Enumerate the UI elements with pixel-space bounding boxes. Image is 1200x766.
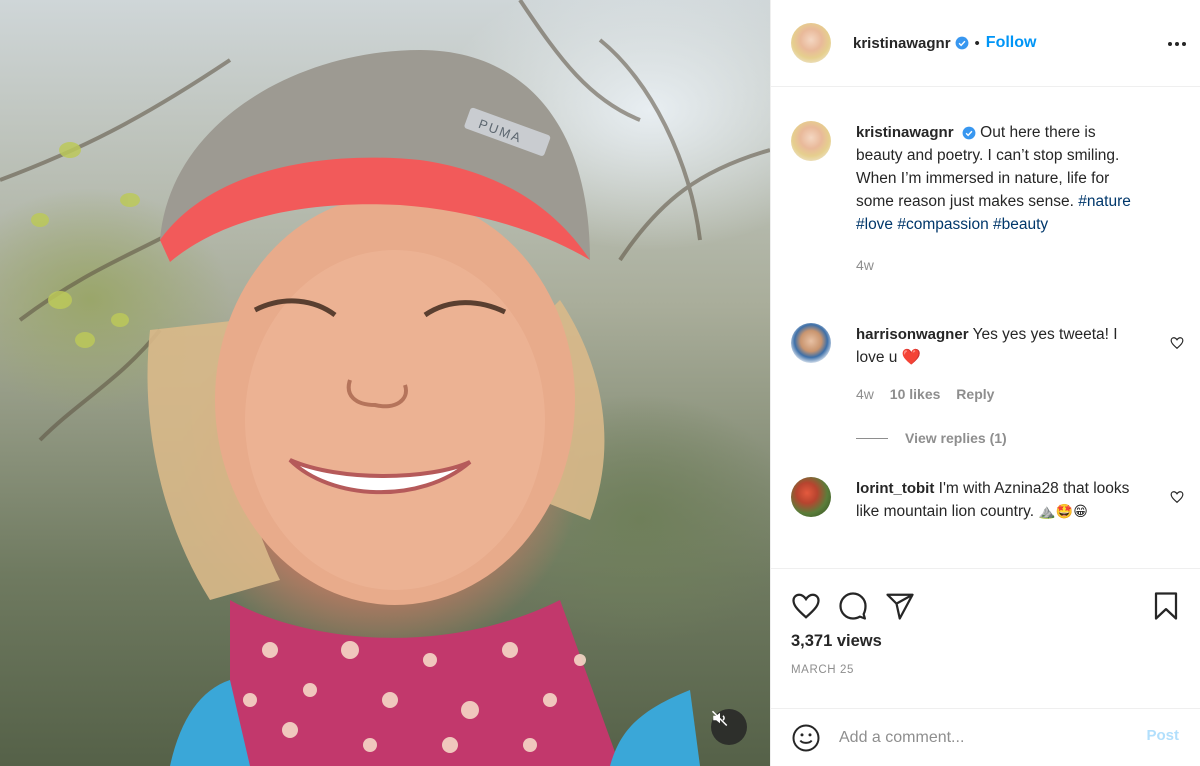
view-replies-line	[856, 437, 888, 439]
comment-item: harrisonwagner Yes yes yes tweeta! I lov…	[791, 323, 1191, 406]
comment-body: lorint_tobit I'm with Aznina28 that look…	[856, 477, 1146, 523]
hashtag-link[interactable]: #beauty	[993, 216, 1048, 233]
comment-meta: 4w 10 likes Reply	[856, 383, 1146, 406]
comment-emoji: ⛰️🤩😁	[1038, 503, 1088, 519]
caption: kristinawagnr Out here there is beauty a…	[791, 121, 1191, 277]
like-comment-heart-icon[interactable]	[1170, 336, 1184, 350]
comment-username[interactable]: lorint_tobit	[856, 480, 934, 497]
mute-toggle-button[interactable]	[711, 709, 747, 745]
comment-bubble-icon[interactable]	[838, 591, 868, 621]
comment-likes[interactable]: 10 likes	[890, 386, 941, 402]
commenter-avatar[interactable]	[791, 477, 831, 517]
verified-badge-icon	[962, 126, 976, 140]
smiley-icon[interactable]	[791, 723, 821, 753]
comment-emoji: ❤️	[901, 349, 921, 366]
commenter-avatar[interactable]	[791, 323, 831, 363]
comment-username[interactable]: harrisonwagner	[856, 326, 969, 343]
post-video[interactable]: PUMA	[0, 0, 770, 766]
author-avatar[interactable]	[791, 23, 831, 63]
author-info: kristinawagnr • Follow	[853, 34, 1036, 52]
bookmark-icon[interactable]	[1151, 591, 1181, 621]
author-username[interactable]: kristinawagnr	[853, 35, 951, 52]
caption-meta: 4w	[856, 254, 1146, 277]
hashtag-link[interactable]: #nature	[1078, 193, 1131, 210]
post-actions: 3,371 views MARCH 25	[771, 568, 1200, 708]
post-sidebar: kristinawagnr • Follow kristinawagnr Out…	[770, 0, 1200, 766]
video-frame-illustration: PUMA	[0, 0, 770, 766]
like-comment-heart-icon[interactable]	[1170, 490, 1184, 504]
caption-body: kristinawagnr Out here there is beauty a…	[856, 121, 1146, 277]
caption-avatar[interactable]	[791, 121, 831, 161]
view-replies-label: View replies (1)	[905, 430, 1007, 446]
comment-reply-button[interactable]: Reply	[956, 386, 994, 402]
follow-button[interactable]: Follow	[986, 34, 1037, 52]
comment-time[interactable]: 4w	[856, 386, 874, 402]
hashtag-link[interactable]: #love	[856, 216, 893, 233]
caption-username[interactable]: kristinawagnr	[856, 124, 954, 141]
post-comment-button[interactable]: Post	[1146, 727, 1179, 744]
caption-time[interactable]: 4w	[856, 257, 874, 273]
comment-item: lorint_tobit I'm with Aznina28 that look…	[791, 477, 1191, 523]
instagram-post: PUMA kristinawagnr • Follow kristinawagn…	[0, 0, 1200, 766]
post-date[interactable]: MARCH 25	[791, 664, 854, 676]
heart-icon[interactable]	[791, 591, 821, 621]
comment-body: harrisonwagner Yes yes yes tweeta! I lov…	[856, 323, 1146, 406]
hashtag-link[interactable]: #compassion	[897, 216, 988, 233]
views-count[interactable]: 3,371 views	[791, 632, 882, 651]
comments-list[interactable]: kristinawagnr Out here there is beauty a…	[771, 86, 1200, 568]
post-header: kristinawagnr • Follow	[771, 0, 1200, 86]
view-replies-button[interactable]: View replies (1)	[856, 430, 1007, 446]
add-comment-bar: Post	[771, 708, 1200, 766]
header-separator: •	[974, 34, 980, 52]
paper-plane-icon[interactable]	[885, 591, 915, 621]
more-options-icon[interactable]	[1167, 32, 1187, 56]
comment-input[interactable]	[839, 728, 1109, 747]
muted-speaker-icon	[711, 710, 728, 727]
verified-badge-icon	[955, 36, 968, 50]
action-icons	[791, 591, 932, 621]
